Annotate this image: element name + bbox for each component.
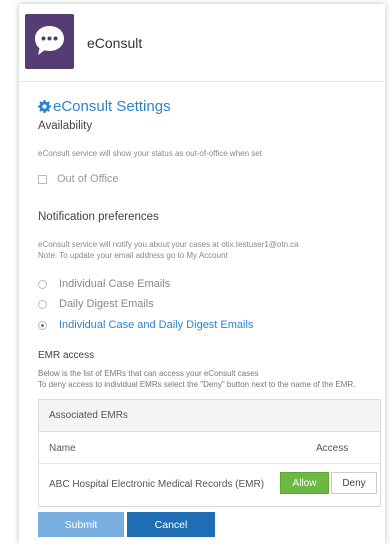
- radio-daily-digest[interactable]: Daily Digest Emails: [38, 298, 154, 310]
- out-of-office-label: Out of Office: [57, 173, 119, 185]
- emr-heading: EMR access: [38, 350, 95, 361]
- table-row: ABC Hospital Electronic Medical Records …: [39, 464, 380, 506]
- radio-label: Individual Case and Daily Digest Emails: [59, 319, 254, 331]
- col-name: Name: [49, 443, 76, 454]
- availability-heading: Availability: [38, 120, 93, 132]
- notification-heading: Notification preferences: [38, 211, 159, 223]
- radio-individual-case[interactable]: Individual Case Emails: [38, 278, 170, 290]
- notification-description-2: Note: To update your email address go to…: [38, 251, 228, 260]
- gear-icon: [38, 100, 51, 113]
- emr-description-1: Below is the list of EMRs that can acces…: [38, 369, 259, 378]
- allow-button[interactable]: Allow: [280, 472, 329, 494]
- settings-title-text: eConsult Settings: [53, 98, 171, 115]
- app-title: eConsult: [87, 35, 143, 51]
- chat-bubble-icon: [35, 26, 64, 55]
- radio-button[interactable]: [38, 279, 47, 289]
- deny-button[interactable]: Deny: [331, 472, 377, 494]
- col-access: Access: [316, 443, 349, 454]
- out-of-office-option[interactable]: Out of Office: [38, 173, 119, 185]
- cancel-button[interactable]: Cancel: [127, 512, 215, 537]
- radio-label: Individual Case Emails: [59, 278, 171, 290]
- submit-button[interactable]: Submit: [38, 512, 124, 537]
- availability-description: eConsult service will show your status a…: [38, 149, 262, 158]
- emr-table-title: Associated EMRs: [39, 400, 380, 432]
- app-header: eConsult: [19, 4, 385, 82]
- notification-description-1: eConsult service will notify you about y…: [38, 240, 299, 249]
- emr-description-2: To deny access to individual EMRs select…: [38, 380, 356, 389]
- emr-name: ABC Hospital Electronic Medical Records …: [49, 479, 265, 490]
- settings-card: eConsult eConsult Settings Availability …: [19, 4, 385, 544]
- page-title: eConsult Settings: [38, 98, 171, 115]
- emr-table-header: Name Access: [39, 432, 380, 464]
- app-logo: [25, 14, 74, 69]
- emr-table: Associated EMRs Name Access ABC Hospital…: [38, 399, 381, 507]
- radio-button[interactable]: [38, 299, 47, 309]
- radio-button-selected[interactable]: [38, 320, 47, 330]
- out-of-office-checkbox[interactable]: [38, 174, 47, 184]
- radio-individual-and-digest[interactable]: Individual Case and Daily Digest Emails: [38, 319, 253, 331]
- radio-label: Daily Digest Emails: [59, 298, 154, 310]
